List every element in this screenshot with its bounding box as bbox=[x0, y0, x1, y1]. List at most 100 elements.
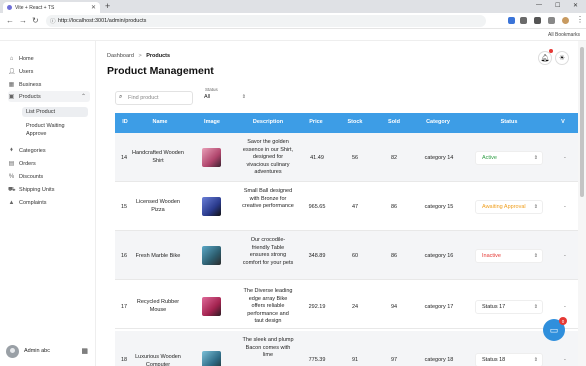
col-description[interactable]: Description bbox=[241, 119, 295, 125]
status-filter-select[interactable]: All ⇕ bbox=[204, 94, 246, 100]
sidebar-item-label: Discounts bbox=[19, 173, 44, 180]
tag-icon: ⬧ bbox=[10, 147, 13, 153]
product-image bbox=[202, 246, 221, 265]
puzzle-icon[interactable] bbox=[534, 17, 541, 24]
maximize-icon[interactable]: ☐ bbox=[555, 2, 560, 9]
sidebar-subitem-label: Product Waiting Approve bbox=[26, 123, 65, 137]
row-status-select[interactable]: Awaiting Approval ⇕ bbox=[475, 200, 543, 214]
extension-icon[interactable] bbox=[508, 17, 515, 24]
table-row[interactable]: 18 Luxurious Wooden Computer The sleek a… bbox=[115, 331, 578, 366]
sidebar-item-products[interactable]: ▣ Products ⌃ bbox=[8, 91, 90, 102]
cell-sold: 86 bbox=[390, 204, 398, 210]
cell-sold: 86 bbox=[390, 253, 398, 259]
table-header: ID Name Image Description Price Stock So… bbox=[115, 113, 578, 133]
browser-tab[interactable]: Vite + React + TS ✕ bbox=[3, 2, 100, 13]
discount-icon: % bbox=[8, 173, 15, 180]
table-row[interactable]: 14 Handcrafted Wooden Shirt Savor the go… bbox=[115, 133, 578, 182]
col-name[interactable]: Name bbox=[139, 119, 181, 125]
row-extra: - bbox=[564, 253, 566, 259]
breadcrumb-products: Products bbox=[146, 53, 171, 59]
table-row[interactable]: 17 Recycled Rubber Mouse The Diverse lea… bbox=[115, 280, 578, 329]
orders-icon: ▤ bbox=[8, 161, 15, 167]
product-image bbox=[202, 297, 221, 316]
breadcrumb: Dashboard > Products bbox=[107, 53, 170, 59]
sidebar-item-home[interactable]: ⌂ Home bbox=[8, 53, 90, 64]
col-v[interactable]: V bbox=[558, 119, 568, 125]
page-scrollbar[interactable] bbox=[578, 41, 586, 366]
sidebar-item-categories[interactable]: ⬧ Categories bbox=[8, 145, 90, 156]
cell-name: Fresh Marble Bike bbox=[135, 253, 181, 259]
select-arrows-icon: ⇕ bbox=[533, 204, 538, 210]
cell-description: The sleek and plump Bacon comes with lim… bbox=[242, 337, 294, 358]
sidebar-subitem-list-product[interactable]: List Product bbox=[22, 107, 88, 117]
sidebar-item-orders[interactable]: ▤ Orders bbox=[8, 158, 90, 169]
row-extra: - bbox=[564, 304, 566, 310]
chat-badge: 0 bbox=[559, 317, 567, 325]
sidebar-item-shipping-units[interactable]: ⛟ Shipping Units bbox=[8, 184, 90, 195]
select-arrows-icon: ⇕ bbox=[241, 94, 246, 100]
col-sold[interactable]: Sold bbox=[381, 119, 407, 125]
cell-name: Luxurious Wooden Computer bbox=[135, 354, 181, 366]
info-icon[interactable]: ⓘ bbox=[50, 17, 56, 25]
cell-stock: 24 bbox=[351, 304, 359, 310]
all-bookmarks[interactable]: All Bookmarks bbox=[548, 32, 580, 38]
new-tab-icon[interactable]: + bbox=[105, 1, 110, 11]
url-field[interactable]: ⓘ http://localhost:3001/admin/products bbox=[46, 15, 486, 27]
cell-category: category 18 bbox=[424, 357, 454, 363]
sidebar-item-users[interactable]: 👤︎ Users bbox=[8, 66, 90, 77]
home-icon: ⌂ bbox=[9, 55, 14, 62]
col-id[interactable]: ID bbox=[119, 119, 131, 125]
back-icon[interactable]: ← bbox=[6, 16, 14, 25]
close-window-icon[interactable]: ✕ bbox=[573, 2, 578, 9]
sidebar-item-label: Complaints bbox=[19, 199, 47, 206]
main-content: Dashboard > Products Product Management … bbox=[96, 41, 578, 366]
row-extra: - bbox=[564, 155, 566, 161]
menu-icon[interactable]: ⋮ bbox=[576, 15, 584, 24]
col-image[interactable]: Image bbox=[195, 119, 229, 125]
col-price[interactable]: Price bbox=[301, 119, 331, 125]
table-row[interactable]: 15 Licensed Wooden Pizza Small Ball desi… bbox=[115, 182, 578, 231]
table-row[interactable]: 16 Fresh Marble Bike Our crocodile-frien… bbox=[115, 231, 578, 280]
row-status-select[interactable]: Active ⇕ bbox=[475, 151, 543, 165]
search-icon: ⌕ bbox=[119, 94, 123, 100]
sidebar-item-discounts[interactable]: % Discounts bbox=[8, 171, 90, 182]
notification-button[interactable]: 🔔︎ bbox=[538, 51, 552, 65]
sidebar-item-complaints[interactable]: ▲ Complaints bbox=[8, 197, 90, 208]
cell-sold: 82 bbox=[390, 155, 398, 161]
product-image bbox=[202, 197, 221, 216]
address-bar: ← → ↻ ⓘ http://localhost:3001/admin/prod… bbox=[0, 13, 586, 29]
row-status-select[interactable]: Status 17 ⇕ bbox=[475, 300, 543, 314]
sidebar-item-business[interactable]: ▦ Business bbox=[8, 79, 90, 90]
row-status-select[interactable]: Status 18 ⇕ bbox=[475, 353, 543, 366]
sidebar-item-label: Business bbox=[19, 81, 42, 88]
col-category[interactable]: Category bbox=[415, 119, 461, 125]
minimize-icon[interactable]: — bbox=[536, 2, 542, 8]
extension-icon[interactable] bbox=[520, 17, 527, 24]
grid-menu-icon[interactable]: ▦ bbox=[81, 347, 88, 355]
profile-icon[interactable] bbox=[562, 17, 569, 24]
row-status-select[interactable]: Inactive ⇕ bbox=[475, 249, 543, 263]
col-stock[interactable]: Stock bbox=[341, 119, 369, 125]
warning-icon: ▲ bbox=[8, 199, 15, 206]
col-status[interactable]: Status bbox=[485, 119, 533, 125]
sidepanel-icon[interactable] bbox=[548, 17, 555, 24]
truck-icon: ⛟ bbox=[8, 186, 16, 193]
forward-icon[interactable]: → bbox=[19, 16, 27, 25]
status-value: Awaiting Approval bbox=[482, 204, 526, 210]
cell-category: category 15 bbox=[424, 204, 454, 210]
reload-icon[interactable]: ↻ bbox=[32, 16, 39, 25]
products-icon: ▣ bbox=[8, 94, 15, 100]
cell-category: category 17 bbox=[424, 304, 454, 310]
sidebar-item-label: Orders bbox=[19, 160, 36, 167]
sidebar-item-label: Shipping Units bbox=[19, 186, 55, 193]
status-value: Status 17 bbox=[482, 304, 506, 310]
user-name: Admin abc bbox=[24, 348, 50, 354]
breadcrumb-dashboard[interactable]: Dashboard bbox=[107, 53, 134, 59]
search-input[interactable]: ⌕ Find product bbox=[115, 91, 193, 105]
user-profile[interactable]: Admin abc ▦ bbox=[6, 344, 92, 358]
sidebar-subitem-product-waiting-approve[interactable]: Product Waiting Approve bbox=[22, 121, 88, 140]
cell-stock: 56 bbox=[351, 155, 359, 161]
close-tab-icon[interactable]: ✕ bbox=[91, 4, 96, 11]
scrollbar-thumb[interactable] bbox=[580, 47, 584, 197]
theme-toggle-button[interactable]: ☀ bbox=[555, 51, 569, 65]
